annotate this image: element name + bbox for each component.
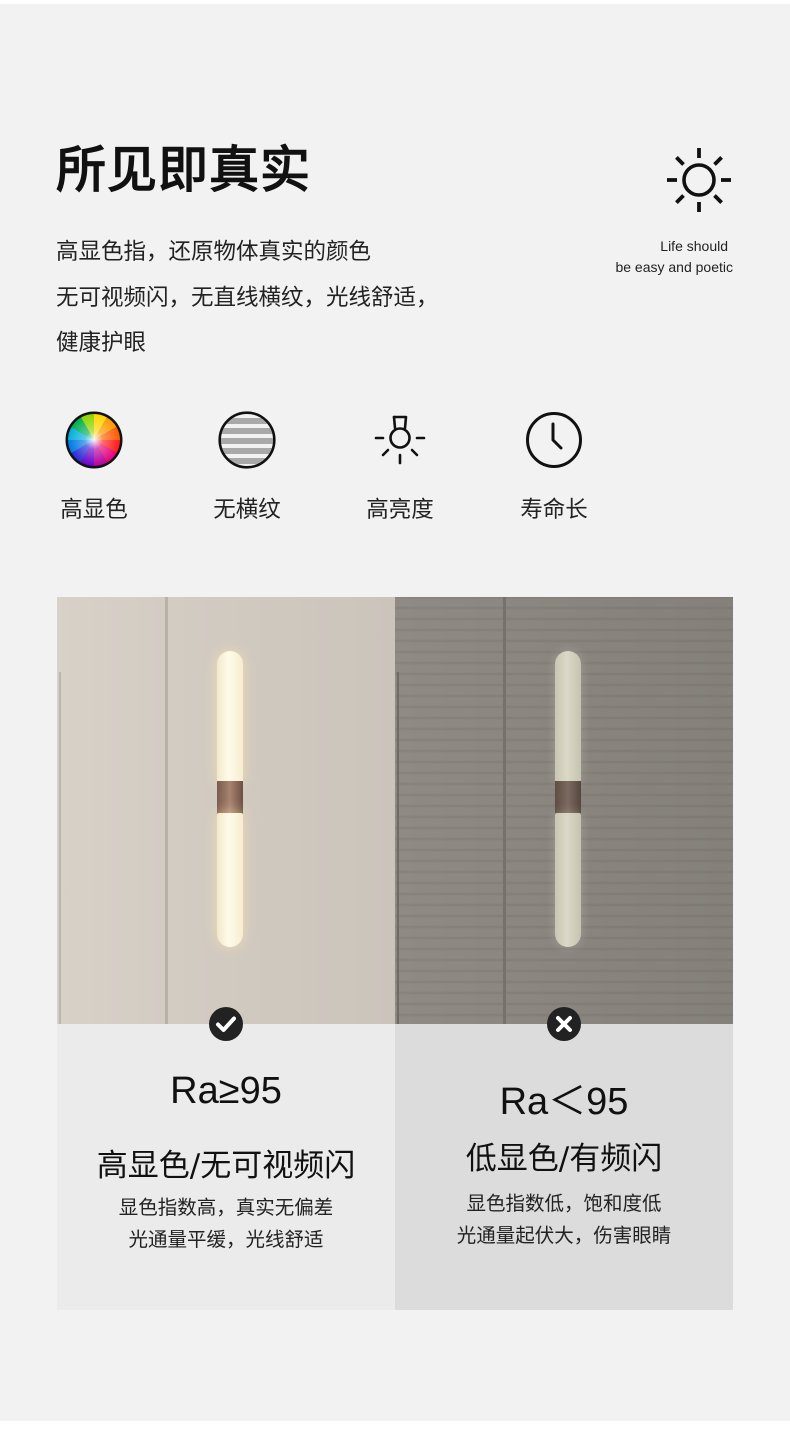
lamp-tube-bottom [217, 813, 243, 947]
good-panel: Ra≥95 高显色/无可视频闪 显色指数高，真实无偏差 光通量平缓，光线舒适 [57, 597, 395, 1310]
page-title: 所见即真实 [56, 141, 311, 199]
check-icon [216, 1016, 236, 1032]
striped-circle-icon [218, 411, 276, 469]
feature-label: 高亮度 [366, 497, 434, 523]
ra-value-bad: Ra＜95 [499, 1081, 629, 1123]
feature-label: 高显色 [60, 497, 128, 523]
feature-label: 寿命长 [520, 497, 588, 523]
description: 高显色指，还原物体真实的颜色 无可视频闪，无直线横纹，光线舒适， 健康护眼 [56, 230, 439, 367]
slogan-line-2: be easy and poetic [615, 259, 733, 275]
good-lamp-photo [57, 597, 395, 1024]
bad-subtitle: 低显色/有频闪 [465, 1141, 663, 1177]
feature-long-life: 寿命长 [494, 410, 614, 524]
color-wheel-icon [65, 411, 123, 469]
sun-icon [667, 148, 731, 212]
lamp-tube-top [555, 651, 581, 783]
good-note-line-2: 光通量平缓，光线舒适 [128, 1228, 324, 1251]
feature-high-brightness: 高亮度 [340, 410, 460, 524]
door-edge [59, 672, 61, 1024]
door-edge [397, 672, 399, 1024]
lamp-band [217, 781, 243, 815]
description-line-2: 无可视频闪，无直线横纹，光线舒适， [56, 284, 439, 311]
lamp-tube-top [217, 651, 243, 783]
description-line-1: 高显色指，还原物体真实的颜色 [56, 239, 372, 265]
door-seam [503, 597, 506, 1024]
bad-panel: Ra＜95 低显色/有频闪 显色指数低，饱和度低 光通量起伏大，伤害眼睛 [395, 597, 733, 1310]
cross-icon [556, 1016, 572, 1032]
lamp-band [555, 781, 581, 815]
lamp-tube-bottom [555, 813, 581, 947]
feature-no-stripes: 无横纹 [187, 410, 307, 524]
feature-label: 无横纹 [213, 497, 281, 523]
good-note: 显色指数高，真实无偏差 光通量平缓，光线舒适 [57, 1192, 395, 1256]
light-bulb-icon [374, 415, 426, 465]
good-subtitle: 高显色/无可视频闪 [96, 1148, 356, 1184]
clock-icon [526, 412, 582, 468]
slogan: Life should be easy and poetic [513, 236, 733, 278]
bad-note-line-1: 显色指数低，饱和度低 [466, 1192, 662, 1215]
feature-high-color: 高显色 [34, 410, 154, 524]
description-line-3: 健康护眼 [56, 330, 147, 356]
bad-lamp-photo [395, 597, 733, 1024]
cross-badge [547, 1007, 581, 1041]
bad-note-line-2: 光通量起伏大，伤害眼睛 [456, 1224, 672, 1247]
good-note-line-1: 显色指数高，真实无偏差 [118, 1196, 334, 1219]
bad-note: 显色指数低，饱和度低 光通量起伏大，伤害眼睛 [395, 1188, 733, 1252]
comparison-section: Ra≥95 高显色/无可视频闪 显色指数高，真实无偏差 光通量平缓，光线舒适 R… [57, 597, 733, 1310]
bad-info: Ra＜95 低显色/有频闪 显色指数低，饱和度低 光通量起伏大，伤害眼睛 [395, 1024, 733, 1310]
good-info: Ra≥95 高显色/无可视频闪 显色指数高，真实无偏差 光通量平缓，光线舒适 [57, 1024, 395, 1310]
door-seam [165, 597, 168, 1024]
slogan-line-1: Life should [660, 238, 728, 254]
check-badge [209, 1007, 243, 1041]
ra-value-good: Ra≥95 [170, 1070, 282, 1112]
